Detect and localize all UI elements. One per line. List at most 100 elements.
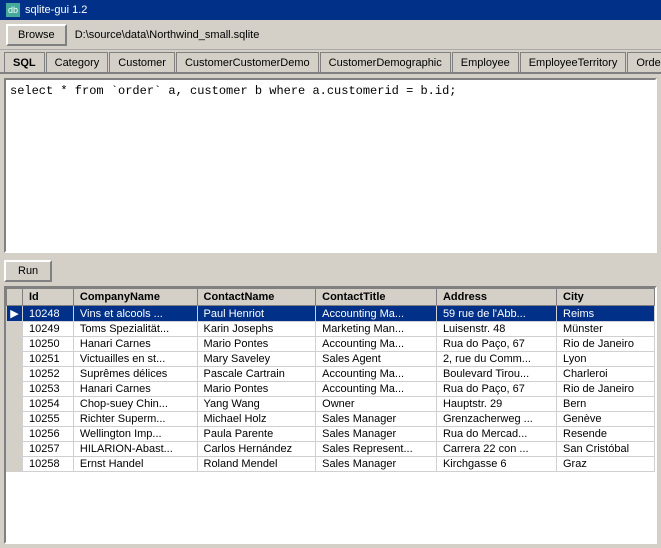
- cell-address: Rua do Paço, 67: [436, 337, 556, 352]
- app-title: sqlite-gui 1.2: [25, 4, 87, 16]
- cell-address: Kirchgasse 6: [436, 457, 556, 472]
- cell-address: Boulevard Tirou...: [436, 367, 556, 382]
- browse-button[interactable]: Browse: [6, 24, 67, 46]
- cell-address: Hauptstr. 29: [436, 397, 556, 412]
- cell-contactname: Karin Josephs: [197, 322, 316, 337]
- row-indicator: [7, 352, 23, 367]
- row-indicator: [7, 427, 23, 442]
- cell-city: Genève: [557, 412, 655, 427]
- cell-contactname: Carlos Hernández: [197, 442, 316, 457]
- tab-customerdemographic[interactable]: CustomerDemographic: [320, 52, 451, 72]
- cell-id: 10248: [23, 306, 74, 322]
- file-path: D:\source\data\Northwind_small.sqlite: [75, 29, 260, 41]
- cell-companyname: Victuailles en st...: [73, 352, 197, 367]
- table-row[interactable]: 10257HILARION-Abast...Carlos HernándezSa…: [7, 442, 655, 457]
- cell-companyname: HILARION-Abast...: [73, 442, 197, 457]
- table-row[interactable]: 10252Suprêmes délicesPascale CartrainAcc…: [7, 367, 655, 382]
- row-indicator: [7, 337, 23, 352]
- cell-id: 10255: [23, 412, 74, 427]
- cell-city: Rio de Janeiro: [557, 337, 655, 352]
- cell-contactname: Paul Henriot: [197, 306, 316, 322]
- cell-id: 10256: [23, 427, 74, 442]
- main-content: Run IdCompanyNameContactNameContactTitle…: [0, 74, 661, 548]
- tabs-bar: SQLCategoryCustomerCustomerCustomerDemoC…: [0, 50, 661, 74]
- table-row[interactable]: 10249Toms Spezialität...Karin JosephsMar…: [7, 322, 655, 337]
- table-row[interactable]: 10256Wellington Imp...Paula ParenteSales…: [7, 427, 655, 442]
- table-row[interactable]: 10255Richter Superm...Michael HolzSales …: [7, 412, 655, 427]
- cell-contacttitle: Sales Manager: [316, 457, 437, 472]
- cell-companyname: Toms Spezialität...: [73, 322, 197, 337]
- cell-contacttitle: Marketing Man...: [316, 322, 437, 337]
- table-row[interactable]: 10250Hanari CarnesMario PontesAccounting…: [7, 337, 655, 352]
- toolbar: Browse D:\source\data\Northwind_small.sq…: [0, 20, 661, 50]
- sql-editor[interactable]: [4, 78, 657, 253]
- tab-customercustomerdemo[interactable]: CustomerCustomerDemo: [176, 52, 319, 72]
- cell-city: Reims: [557, 306, 655, 322]
- tab-sql[interactable]: SQL: [4, 52, 45, 74]
- row-indicator: [7, 412, 23, 427]
- row-indicator: [7, 457, 23, 472]
- cell-contacttitle: Owner: [316, 397, 437, 412]
- cell-id: 10252: [23, 367, 74, 382]
- cell-city: Rio de Janeiro: [557, 382, 655, 397]
- column-header-city: City: [557, 289, 655, 306]
- title-bar: db sqlite-gui 1.2: [0, 0, 661, 20]
- results-table: IdCompanyNameContactNameContactTitleAddr…: [6, 288, 655, 472]
- cell-contacttitle: Accounting Ma...: [316, 367, 437, 382]
- cell-companyname: Vins et alcools ...: [73, 306, 197, 322]
- tab-order[interactable]: Order: [627, 52, 661, 72]
- cell-address: Grenzacherweg ...: [436, 412, 556, 427]
- tab-category[interactable]: Category: [46, 52, 109, 72]
- run-button[interactable]: Run: [4, 260, 52, 282]
- tab-employee[interactable]: Employee: [452, 52, 519, 72]
- cell-address: 59 rue de l'Abb...: [436, 306, 556, 322]
- app-icon: db: [6, 3, 20, 17]
- cell-contactname: Roland Mendel: [197, 457, 316, 472]
- cell-companyname: Hanari Carnes: [73, 337, 197, 352]
- cell-contactname: Mary Saveley: [197, 352, 316, 367]
- row-indicator: [7, 382, 23, 397]
- cell-address: Luisenstr. 48: [436, 322, 556, 337]
- cell-city: Charleroi: [557, 367, 655, 382]
- table-row[interactable]: 10254Chop-suey Chin...Yang WangOwnerHaup…: [7, 397, 655, 412]
- cell-contacttitle: Sales Manager: [316, 412, 437, 427]
- cell-id: 10257: [23, 442, 74, 457]
- tab-employeeterritory[interactable]: EmployeeTerritory: [520, 52, 627, 72]
- cell-id: 10251: [23, 352, 74, 367]
- row-indicator: [7, 397, 23, 412]
- cell-contactname: Paula Parente: [197, 427, 316, 442]
- column-header-contacttitle: ContactTitle: [316, 289, 437, 306]
- table-container: IdCompanyNameContactNameContactTitleAddr…: [4, 286, 657, 544]
- cell-id: 10249: [23, 322, 74, 337]
- cell-contactname: Michael Holz: [197, 412, 316, 427]
- cell-id: 10253: [23, 382, 74, 397]
- cell-companyname: Suprêmes délices: [73, 367, 197, 382]
- tab-customer[interactable]: Customer: [109, 52, 175, 72]
- table-row[interactable]: 10253Hanari CarnesMario PontesAccounting…: [7, 382, 655, 397]
- cell-id: 10250: [23, 337, 74, 352]
- cell-companyname: Chop-suey Chin...: [73, 397, 197, 412]
- column-header-address: Address: [436, 289, 556, 306]
- cell-contactname: Yang Wang: [197, 397, 316, 412]
- row-indicator: ▶: [7, 306, 23, 322]
- cell-contacttitle: Sales Represent...: [316, 442, 437, 457]
- cell-city: Resende: [557, 427, 655, 442]
- cell-address: Rua do Mercad...: [436, 427, 556, 442]
- column-header-id: Id: [23, 289, 74, 306]
- cell-contactname: Mario Pontes: [197, 337, 316, 352]
- column-header-contactname: ContactName: [197, 289, 316, 306]
- cell-id: 10258: [23, 457, 74, 472]
- cell-contacttitle: Accounting Ma...: [316, 382, 437, 397]
- table-row[interactable]: 10258Ernst HandelRoland MendelSales Mana…: [7, 457, 655, 472]
- table-row[interactable]: 10251Victuailles en st...Mary SaveleySal…: [7, 352, 655, 367]
- cell-contactname: Pascale Cartrain: [197, 367, 316, 382]
- cell-address: Carrera 22 con ...: [436, 442, 556, 457]
- column-header-companyname: CompanyName: [73, 289, 197, 306]
- cell-companyname: Ernst Handel: [73, 457, 197, 472]
- cell-companyname: Richter Superm...: [73, 412, 197, 427]
- cell-city: San Cristóbal: [557, 442, 655, 457]
- table-row[interactable]: ▶10248Vins et alcools ...Paul HenriotAcc…: [7, 306, 655, 322]
- cell-companyname: Hanari Carnes: [73, 382, 197, 397]
- cell-companyname: Wellington Imp...: [73, 427, 197, 442]
- cell-contacttitle: Sales Agent: [316, 352, 437, 367]
